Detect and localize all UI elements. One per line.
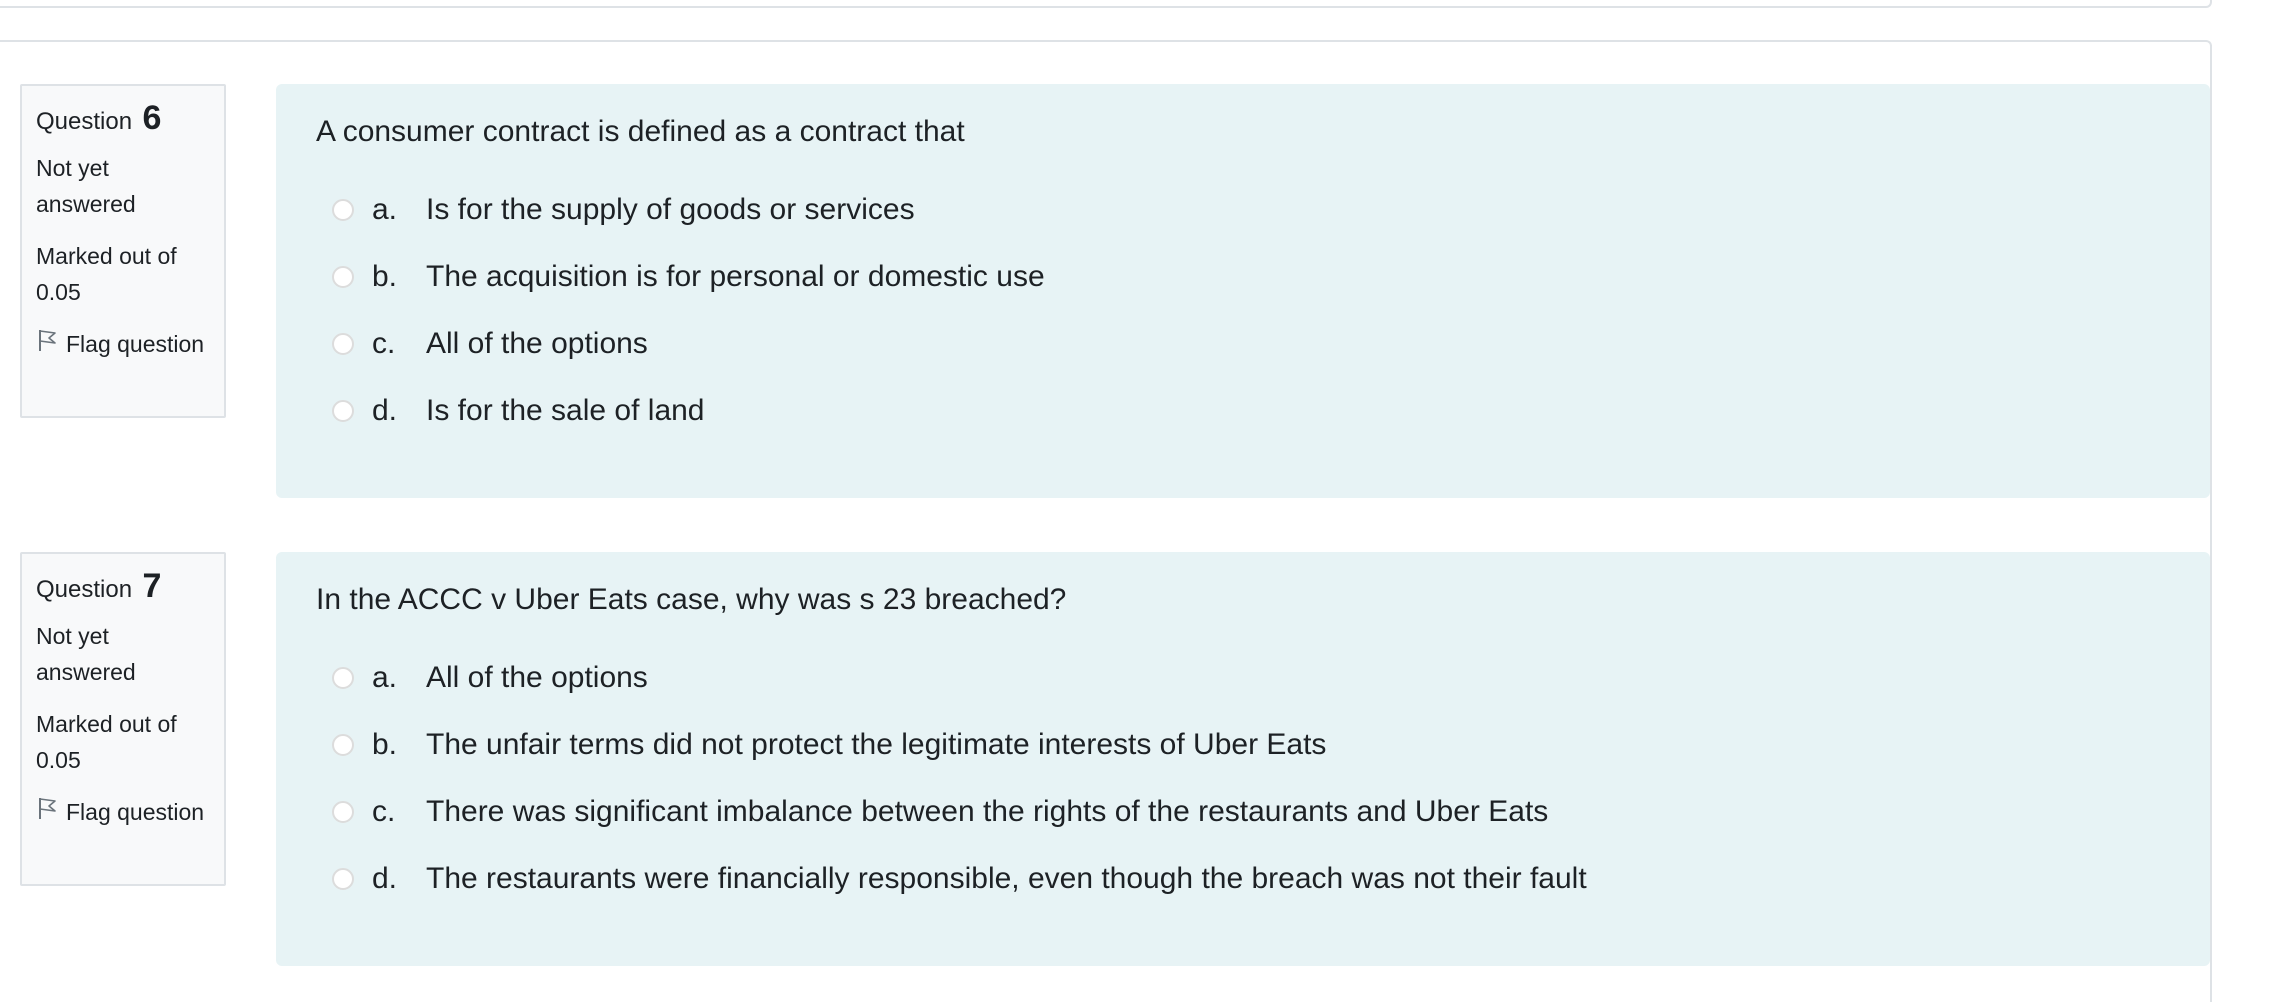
question-grade: Marked out of 0.05: [36, 243, 177, 305]
answer-option-b[interactable]: b. The unfair terms did not protect the …: [316, 711, 2170, 778]
answer-option-c[interactable]: c. All of the options: [316, 310, 2170, 377]
answer-text[interactable]: Is for the sale of land: [426, 394, 705, 428]
answer-letter: c.: [372, 794, 396, 828]
question-number-value: 7: [142, 567, 162, 605]
question-content: A consumer contract is defined as a cont…: [276, 84, 2210, 498]
previous-section-border: [0, 0, 2212, 8]
answer-option-d[interactable]: d. Is for the sale of land: [316, 377, 2170, 444]
question-text: A consumer contract is defined as a cont…: [316, 115, 965, 148]
answer-letter: d.: [372, 393, 398, 427]
answer-option-a[interactable]: a. Is for the supply of goods or service…: [316, 176, 2170, 243]
answer-text[interactable]: All of the options: [426, 661, 648, 695]
answer-text[interactable]: The acquisition is for personal or domes…: [426, 260, 1045, 294]
flag-question-button[interactable]: Flag question: [36, 794, 210, 830]
answer-letter: b.: [372, 259, 398, 293]
radio-empty-icon[interactable]: [332, 198, 354, 221]
radio-empty-icon[interactable]: [332, 399, 354, 422]
answer-text[interactable]: All of the options: [426, 327, 648, 361]
radio-empty-icon[interactable]: [332, 733, 354, 756]
answer-text[interactable]: There was significant imbalance between …: [426, 795, 1548, 829]
answer-letter: a.: [372, 660, 398, 694]
answer-letter: d.: [372, 861, 398, 895]
question-state: Not yet answered: [36, 623, 136, 685]
flag-question-button[interactable]: Flag question: [36, 326, 210, 362]
radio-empty-icon[interactable]: [332, 666, 354, 689]
question-content: In the ACCC v Uber Eats case, why was s …: [276, 552, 2210, 966]
answer-letter: a.: [372, 192, 398, 226]
question-number: Question 7: [36, 566, 210, 610]
radio-empty-icon[interactable]: [332, 867, 354, 890]
answer-option-c[interactable]: c. There was significant imbalance betwe…: [316, 778, 2170, 845]
flag-icon: [39, 330, 56, 351]
question-info: Question 6 Not yet answered Marked out o…: [20, 84, 226, 418]
question-info: Question 7 Not yet answered Marked out o…: [20, 552, 226, 886]
flag-icon: [39, 798, 56, 819]
question-label: Question: [36, 576, 133, 603]
answer-option-b[interactable]: b. The acquisition is for personal or do…: [316, 243, 2170, 310]
flag-question-label: Flag question: [66, 799, 205, 825]
question-number-value: 6: [142, 99, 162, 137]
radio-empty-icon[interactable]: [332, 265, 354, 288]
question-number: Question 6: [36, 98, 210, 142]
quiz-page: Question 6 Not yet answered Marked out o…: [0, 0, 2282, 1002]
flag-question-label: Flag question: [66, 331, 205, 357]
question-label: Question: [36, 108, 133, 135]
question-grade: Marked out of 0.05: [36, 711, 177, 773]
answer-option-a[interactable]: a. All of the options: [316, 644, 2170, 711]
answer-letter: b.: [372, 727, 398, 761]
answer-text[interactable]: Is for the supply of goods or services: [426, 193, 915, 227]
answer-text[interactable]: The unfair terms did not protect the leg…: [426, 728, 1326, 762]
radio-empty-icon[interactable]: [332, 332, 354, 355]
answer-option-d[interactable]: d. The restaurants were financially resp…: [316, 845, 2170, 912]
answer-letter: c.: [372, 326, 396, 360]
radio-empty-icon[interactable]: [332, 800, 354, 823]
question-text: In the ACCC v Uber Eats case, why was s …: [316, 583, 1067, 616]
question-state: Not yet answered: [36, 155, 136, 217]
answer-text[interactable]: The restaurants were financially respons…: [426, 862, 1587, 896]
